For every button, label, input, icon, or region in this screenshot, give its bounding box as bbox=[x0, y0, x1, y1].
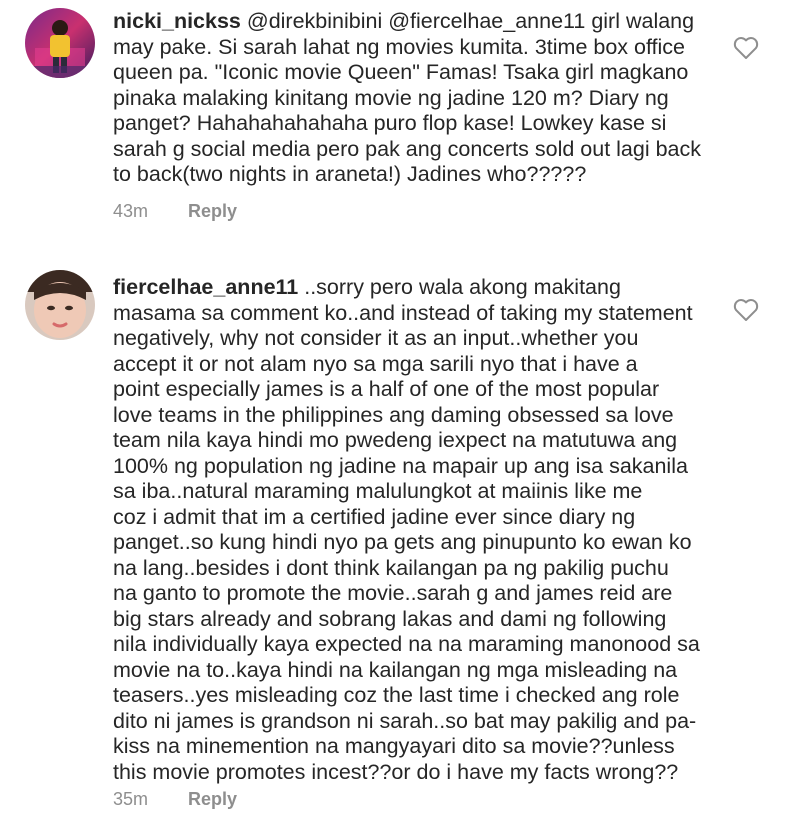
comment-line: coz i admit that im a certified jadine e… bbox=[113, 504, 636, 529]
comment-line: dito ni james is grandson ni sarah..so b… bbox=[113, 708, 697, 733]
comment-meta: 35m Reply bbox=[113, 789, 237, 810]
comment-line: 100% ng population ng jadine na mapair u… bbox=[113, 453, 688, 478]
comment-line-text: @direkbinibini @fiercelhae_anne11 girl w… bbox=[240, 9, 695, 33]
comment-line: team nila kaya hindi mo pwedeng iexpect … bbox=[113, 428, 678, 452]
comment-text: nicki_nickss @direkbinibini @fiercelhae_… bbox=[113, 9, 713, 188]
comment-meta: 43m Reply bbox=[113, 201, 237, 222]
comment-line: nicki_nickss @direkbinibini @fiercelhae_… bbox=[113, 9, 713, 35]
comment-line: sarah g social media pero pak ang concer… bbox=[113, 136, 702, 161]
comment-item: fiercelhae_anne11 ..sorry pero wala akon… bbox=[0, 250, 800, 831]
comment-line: panget..so kung hindi nyo pa gets ang pi… bbox=[113, 530, 692, 554]
comment-item: nicki_nickss @direkbinibini @fiercelhae_… bbox=[0, 0, 800, 250]
comment-line: sa iba..natural maraming malulungkot at … bbox=[113, 479, 643, 503]
heart-outline-icon[interactable] bbox=[733, 298, 759, 322]
comment-line: kiss na minemention na mangyayari dito s… bbox=[113, 734, 675, 758]
comment-line: masama sa comment ko..and instead of tak… bbox=[113, 300, 693, 325]
comment-line: na lang..besides i dont think kailangan … bbox=[113, 555, 669, 580]
comment-line: negatively, why not consider it as an in… bbox=[113, 326, 639, 350]
comment-timestamp: 43m bbox=[113, 201, 149, 221]
user-avatar-face-icon bbox=[25, 270, 95, 340]
comment-username[interactable]: nicki_nickss bbox=[113, 9, 241, 33]
comment-line: na ganto to promote the movie..sarah g a… bbox=[113, 581, 673, 605]
user-avatar-yellow-jacket-icon bbox=[25, 8, 95, 78]
comment-line: may pake. Si sarah lahat ng movies kumit… bbox=[113, 34, 686, 59]
comment-line: accept it or not alam nyo sa mga sarili … bbox=[113, 351, 638, 376]
comment-line: this movie promotes incest??or do i have… bbox=[113, 759, 679, 784]
reply-button[interactable]: Reply bbox=[188, 201, 237, 221]
heart-outline-icon[interactable] bbox=[733, 36, 759, 60]
comment-line: fiercelhae_anne11 ..sorry pero wala akon… bbox=[113, 275, 713, 301]
comment-username[interactable]: fiercelhae_anne11 bbox=[113, 275, 298, 299]
comment-timestamp: 35m bbox=[113, 789, 149, 809]
comment-line: panget? Hahahahahahaha puro flop kase! L… bbox=[113, 111, 667, 135]
reply-button[interactable]: Reply bbox=[188, 789, 237, 809]
comment-line: queen pa. "Iconic movie Queen" Famas! Ts… bbox=[113, 60, 689, 84]
comment-line: to back(two nights in araneta!) Jadines … bbox=[113, 162, 587, 186]
comment-line: teasers..yes misleading coz the last tim… bbox=[113, 683, 680, 707]
avatar[interactable] bbox=[25, 8, 95, 78]
comment-line: love teams in the philippines ang daming… bbox=[113, 402, 674, 427]
comment-line: movie na to..kaya hindi na kailangan ng … bbox=[113, 657, 678, 682]
avatar[interactable] bbox=[25, 270, 95, 340]
comment-text: fiercelhae_anne11 ..sorry pero wala akon… bbox=[113, 275, 713, 785]
comment-line: nila individually kaya expected na na ma… bbox=[113, 632, 700, 656]
comment-line-text: ..sorry pero wala akong makitang bbox=[298, 275, 621, 299]
comment-line: pinaka malaking kinitang movie ng jadine… bbox=[113, 85, 669, 110]
comment-line: big stars already and sobrang lakas and … bbox=[113, 606, 667, 631]
comment-line: point especially james is a half of one … bbox=[113, 377, 660, 401]
